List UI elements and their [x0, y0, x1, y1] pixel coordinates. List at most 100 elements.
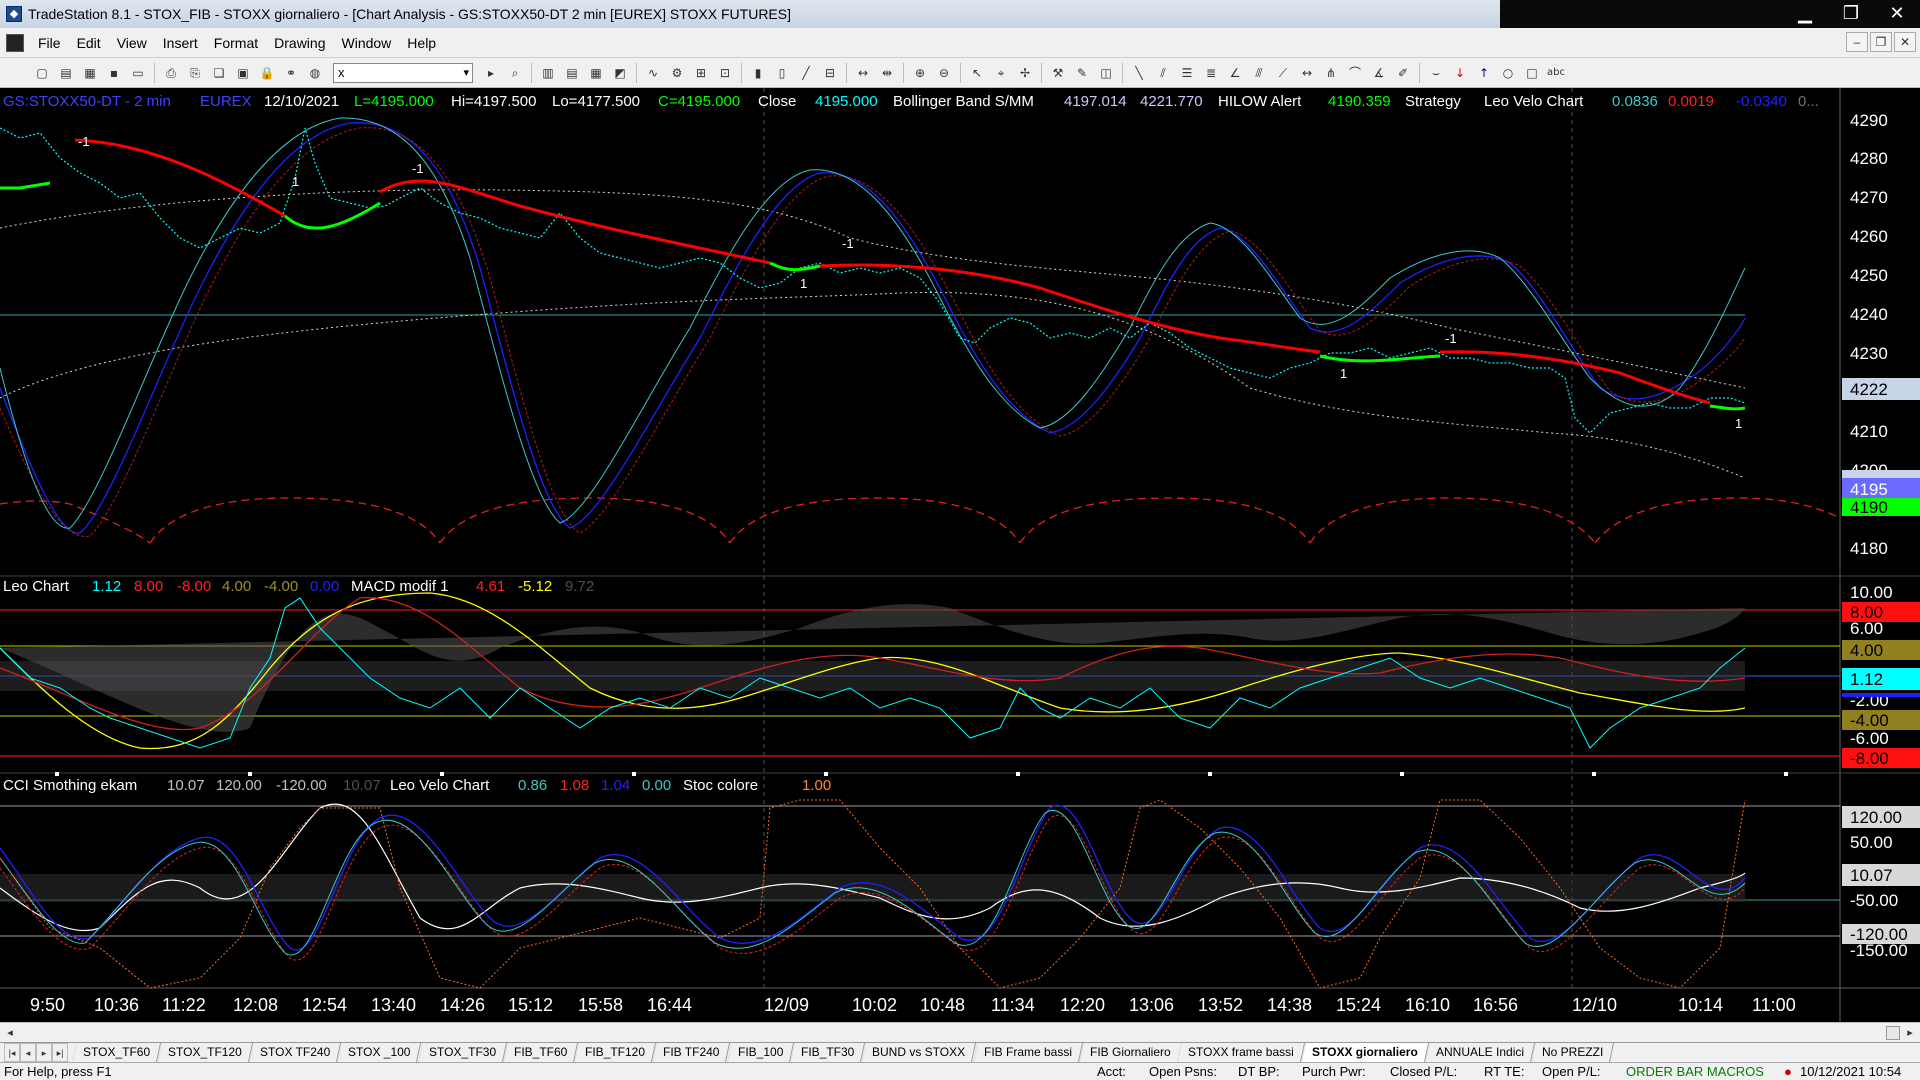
workspace-tab[interactable]: STOXX giornaliero — [1301, 1043, 1429, 1062]
chart-window-icon[interactable]: ▥ — [538, 63, 558, 83]
speed-lines-icon[interactable]: ∡ — [1369, 63, 1389, 83]
tab-prev-icon[interactable]: ◂ — [20, 1043, 36, 1062]
trendline-icon[interactable]: ╲ — [1129, 63, 1149, 83]
candle-chart-icon[interactable]: ▯ — [772, 63, 792, 83]
close-button[interactable]: ✕ — [1874, 0, 1920, 28]
line-chart-icon[interactable]: ╱ — [796, 63, 816, 83]
minimize-button[interactable]: ▁ — [1782, 0, 1828, 28]
options-icon[interactable]: ◩ — [610, 63, 630, 83]
save-icon[interactable]: ▪ — [104, 63, 124, 83]
tab-first-icon[interactable]: |◂ — [4, 1043, 20, 1062]
print-preview-icon[interactable]: ⎘ — [185, 63, 205, 83]
tradestation-app-icon: ◆ — [6, 5, 22, 22]
crosshair-icon[interactable]: ✢ — [1015, 63, 1035, 83]
workspace-icon[interactable]: ▦ — [80, 63, 100, 83]
mdi-restore-button[interactable]: ❐ — [1870, 32, 1892, 52]
workspace-tab[interactable]: FIB_TF60 — [502, 1043, 579, 1062]
mdi-minimize-button[interactable]: – — [1846, 32, 1868, 52]
leo-chart-label: Leo Chart — [3, 578, 70, 595]
play-icon[interactable]: ▸ — [481, 63, 501, 83]
curve-icon[interactable]: ⌣ — [1426, 63, 1446, 83]
clipboard-icon[interactable]: ▣ — [233, 63, 253, 83]
horizontal-line-icon[interactable]: ☰ — [1177, 63, 1197, 83]
workspace-tab[interactable]: STOX_TF120 — [157, 1043, 253, 1062]
pointer-icon[interactable]: ↖ — [967, 63, 987, 83]
workspace-tab[interactable]: STOX _100 — [337, 1043, 422, 1062]
strategy-icon[interactable]: ⚙ — [667, 63, 687, 83]
find-icon[interactable]: ⌕ — [505, 63, 525, 83]
menu-view[interactable]: View — [109, 35, 155, 51]
workspace-tab-label: STOX _100 — [348, 1045, 411, 1059]
format-icon[interactable]: ✎ — [1072, 63, 1092, 83]
menu-insert[interactable]: Insert — [155, 35, 206, 51]
order-bar-macros-label[interactable]: ORDER BAR MACROS — [1626, 1064, 1764, 1079]
workspace-tab[interactable]: No PREZZI — [1530, 1043, 1615, 1062]
open-icon[interactable]: ▤ — [56, 63, 76, 83]
workspace-tab[interactable]: STOX TF240 — [248, 1043, 342, 1062]
maximize-button[interactable]: ❐ — [1828, 0, 1874, 28]
andrews-icon[interactable]: ⋔ — [1321, 63, 1341, 83]
interval-icon[interactable]: ⊟ — [820, 63, 840, 83]
workspace-tab[interactable]: FIB_TF30 — [790, 1043, 866, 1062]
tab-next-icon[interactable]: ▸ — [36, 1043, 52, 1062]
compress-icon[interactable]: ↔ — [853, 63, 873, 83]
workspace-tab[interactable]: STOXX frame bassi — [1177, 1043, 1306, 1062]
eraser-icon[interactable]: ◫ — [1096, 63, 1116, 83]
zoom-in-icon[interactable]: ⊕ — [910, 63, 930, 83]
menu-edit[interactable]: Edit — [69, 35, 109, 51]
menu-file[interactable]: File — [30, 35, 69, 51]
link-icon[interactable]: ⚭ — [281, 63, 301, 83]
fib-arc-icon[interactable]: ⌒ — [1345, 63, 1365, 83]
tab-last-icon[interactable]: ▸| — [52, 1043, 68, 1062]
workspace-tab[interactable]: FIB Frame bassi — [972, 1043, 1083, 1062]
text-icon[interactable]: abc — [1546, 63, 1566, 83]
channel-icon[interactable]: ⫻ — [1249, 63, 1269, 83]
rectangle-icon[interactable]: □ — [1522, 63, 1542, 83]
workspace-tab[interactable]: FIB_TF120 — [574, 1043, 657, 1062]
regression-icon[interactable]: ⟋ — [1273, 63, 1293, 83]
menu-format[interactable]: Format — [206, 35, 266, 51]
ellipse-icon[interactable]: ○ — [1498, 63, 1518, 83]
scroll-thumb[interactable] — [1886, 1026, 1900, 1040]
copy-icon[interactable]: ❏ — [209, 63, 229, 83]
pen-icon[interactable]: ✐ — [1393, 63, 1413, 83]
parallel-lines-icon[interactable]: ⫽ — [1153, 63, 1173, 83]
workspace-tab[interactable]: ANNUALE Indici — [1424, 1043, 1536, 1062]
scanner-icon[interactable]: ⊡ — [715, 63, 735, 83]
lock-icon[interactable]: 🔒 — [257, 63, 277, 83]
workspace-tab[interactable]: FIB_100 — [726, 1043, 795, 1062]
print-icon[interactable]: ⎙ — [161, 63, 181, 83]
gann-icon[interactable]: ∠ — [1225, 63, 1245, 83]
fib-icon[interactable]: ≣ — [1201, 63, 1221, 83]
new-icon[interactable]: ▢ — [32, 63, 52, 83]
matrix-icon[interactable]: ▦ — [586, 63, 606, 83]
workspace-tab[interactable]: BUND vs STOXX — [861, 1043, 977, 1062]
horizontal-scrollbar[interactable]: ◂ ▸ — [0, 1022, 1920, 1042]
zoom-out-icon[interactable]: ⊖ — [934, 63, 954, 83]
workspace-tab[interactable]: FIB Giornaliero — [1078, 1043, 1182, 1062]
workspace-tab[interactable]: FIB TF240 — [652, 1043, 731, 1062]
arrow-line-icon[interactable]: ↔ — [1297, 63, 1317, 83]
scroll-right-icon[interactable]: ▸ — [1902, 1025, 1918, 1041]
hammer-icon[interactable]: ⚒ — [1048, 63, 1068, 83]
symbol-input[interactable]: x — [333, 62, 473, 83]
alert-icon[interactable]: ⊞ — [691, 63, 711, 83]
menu-help[interactable]: Help — [399, 35, 444, 51]
radar-icon[interactable]: ▤ — [562, 63, 582, 83]
indicator-icon[interactable]: ∿ — [643, 63, 663, 83]
data-tips-icon[interactable]: ⌖ — [991, 63, 1011, 83]
arrow-down-icon[interactable]: ↓ — [1450, 63, 1470, 83]
mdi-close-button[interactable]: ✕ — [1894, 32, 1916, 52]
workspace-tab[interactable]: STOX_TF60 — [71, 1043, 162, 1062]
folder-icon[interactable]: ▭ — [128, 63, 148, 83]
menu-window[interactable]: Window — [334, 35, 400, 51]
arrow-up-icon[interactable]: ↑ — [1474, 63, 1494, 83]
chart-analysis-window[interactable]: -1 1 -1 1 -1 1 -1 1 4290 4280 4270 4260 … — [0, 88, 1920, 1022]
menu-drawing[interactable]: Drawing — [266, 35, 333, 51]
workspace-tab[interactable]: STOX_TF30 — [417, 1043, 507, 1062]
scroll-left-icon[interactable]: ◂ — [2, 1025, 18, 1041]
bar-chart-icon[interactable]: ▮ — [748, 63, 768, 83]
chart-window-icon[interactable] — [6, 33, 24, 52]
globe-icon[interactable]: ◍ — [305, 63, 325, 83]
expand-icon[interactable]: ⇹ — [877, 63, 897, 83]
